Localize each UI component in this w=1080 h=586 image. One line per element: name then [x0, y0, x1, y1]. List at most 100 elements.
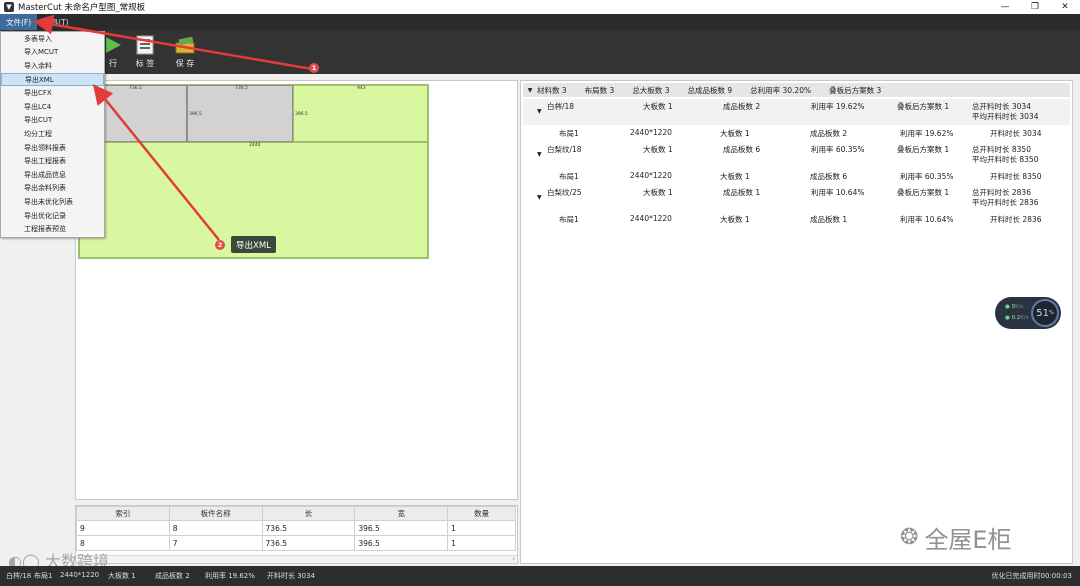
column-header[interactable]: 索引 — [76, 506, 170, 521]
scroll-right-icon[interactable]: › — [512, 555, 515, 563]
board-layout[interactable]: 736.5 736.5 943 396.5 396.5 2440 — [78, 84, 429, 259]
step-badge-1: 1 — [309, 63, 319, 73]
column-header[interactable]: 数量 — [447, 506, 516, 521]
board-count: 大板数 1 — [720, 172, 750, 181]
window-controls: — ❐ ✕ — [990, 0, 1080, 14]
label-button[interactable]: 标 签 — [128, 34, 162, 72]
table-cell: 396.5 — [354, 535, 449, 551]
status-parts: 成品板数 2 — [155, 572, 190, 580]
menu-item-export-xml[interactable]: 导出XML — [1, 72, 104, 87]
close-button[interactable]: ✕ — [1050, 0, 1080, 14]
part-count: 成品板数 2 — [810, 129, 848, 138]
network-speed-widget[interactable]: ● 0K/s ● 0.2K/s 51% — [995, 297, 1061, 329]
summary-plan-count: 叠板后方案数 3 — [829, 85, 882, 95]
parts-table-panel: 索引 板件名称 长 宽 数量 9 8 736.5 396.5 1 8 7 736… — [75, 505, 518, 564]
table-cell: 1 — [447, 520, 516, 536]
summary-panel: ▼ 材料数 3 布局数 3 总大板数 3 总成品板数 9 总利用率 30.20%… — [520, 80, 1073, 564]
status-boards: 大板数 1 — [108, 572, 136, 580]
plan-count: 叠板后方案数 1 — [897, 145, 950, 154]
status-elapsed: 优化已完成用时00:00:03 — [991, 572, 1072, 580]
avg-cut-time: 平均开料时长 2836 — [972, 198, 1039, 207]
collapse-icon[interactable]: ▼ — [523, 87, 537, 94]
board-count: 大板数 1 — [720, 215, 750, 224]
layout-name: 布局1 — [559, 172, 579, 181]
board-count: 大板数 1 — [643, 102, 673, 111]
dimension-label: 396.5 — [189, 112, 202, 117]
cut-time: 开料时长 8350 — [990, 172, 1042, 181]
usage-gauge: 51% — [1031, 299, 1059, 327]
menu-item-export-unoptimized[interactable]: 导出未优化列表 — [1, 195, 104, 209]
expand-icon[interactable]: ▼ — [537, 194, 542, 201]
column-header[interactable]: 宽 — [354, 506, 449, 521]
menu-item-import-remnant[interactable]: 导入余料 — [1, 59, 104, 73]
table-cell: 396.5 — [354, 520, 449, 536]
play-icon — [106, 37, 121, 53]
board-count: 大板数 1 — [720, 129, 750, 138]
menu-item-export-project-report[interactable]: 导出工程报表 — [1, 154, 104, 168]
table-row[interactable]: 9 8 736.5 396.5 1 — [76, 520, 516, 536]
title-bar: ▼ MasterCut 未命名户型图_常规板 — ❐ ✕ — [0, 0, 1080, 14]
layout-row[interactable]: 布局1 2440*1220 大板数 1 成品板数 1 利用率 10.64% 开料… — [523, 213, 1070, 227]
material-group-row[interactable]: ▼ 白梣/18 大板数 1 成品板数 2 利用率 19.62% 叠板后方案数 1… — [523, 99, 1070, 125]
part-count: 成品板数 6 — [810, 172, 848, 181]
table-cell: 736.5 — [261, 535, 356, 551]
dimension-label: 2440 — [249, 143, 261, 148]
summary-board-count: 总大板数 3 — [632, 85, 670, 95]
avg-cut-time: 平均开料时长 8350 — [972, 155, 1039, 164]
avg-cut-time: 平均开料时长 3034 — [972, 112, 1039, 121]
window-title: MasterCut 未命名户型图_常规板 — [18, 3, 146, 13]
menu-item-export-product-info[interactable]: 导出成品信息 — [1, 168, 104, 182]
menu-item-export-cut[interactable]: 导出CUT — [1, 114, 104, 128]
save-button[interactable]: 保 存 — [168, 34, 202, 72]
menu-item-export-lc4[interactable]: 导出LC4 — [1, 100, 104, 114]
cut-time: 开料时长 2836 — [990, 215, 1042, 224]
layout-row[interactable]: 布局1 2440*1220 大板数 1 成品板数 6 利用率 60.35% 开料… — [523, 170, 1070, 184]
maximize-button[interactable]: ❐ — [1020, 0, 1050, 14]
label-sheet-icon — [136, 35, 154, 55]
summary-header: ▼ 材料数 3 布局数 3 总大板数 3 总成品板数 9 总利用率 30.20%… — [523, 83, 1070, 97]
menu-item-report-preview[interactable]: 工程报表预览 — [1, 222, 104, 236]
menu-item-export-remnant-list[interactable]: 导出余料列表 — [1, 182, 104, 196]
part-count: 成品板数 2 — [723, 102, 761, 111]
material-group-row[interactable]: ▼ 白梨纹/18 大板数 1 成品板数 6 利用率 60.35% 叠板后方案数 … — [523, 142, 1070, 168]
utilization-rate: 利用率 60.35% — [811, 145, 865, 154]
column-header[interactable]: 长 — [261, 506, 356, 521]
menu-file[interactable]: 文件(F) — [0, 14, 38, 30]
utilization-rate: 利用率 19.62% — [811, 102, 865, 111]
cut-piece[interactable] — [293, 85, 428, 142]
layout-name: 布局1 — [559, 129, 579, 138]
label-label: 标 签 — [135, 59, 155, 68]
table-cell: 9 — [76, 520, 170, 536]
horizontal-scrollbar[interactable]: › — [76, 555, 517, 563]
menu-item-export-optimize-log[interactable]: 导出优化记录 — [1, 209, 104, 223]
wechat-icon: ❂ — [900, 525, 919, 550]
table-row[interactable]: 8 7 736.5 396.5 1 — [76, 535, 516, 551]
board-size: 2440*1220 — [630, 171, 672, 180]
menu-item-export-material-report[interactable]: 导出领料报表 — [1, 141, 104, 155]
cut-piece[interactable] — [187, 85, 293, 142]
menu-item-split-project[interactable]: 均分工程 — [1, 127, 104, 141]
expand-icon[interactable]: ▼ — [537, 151, 542, 158]
save-label: 保 存 — [175, 59, 195, 68]
menu-bar: 文件(F) 工具(T) — [0, 14, 1080, 30]
material-group-row[interactable]: ▼ 白梨纹/25 大板数 1 成品板数 1 利用率 10.64% 叠板后方案数 … — [523, 185, 1070, 211]
summary-part-count: 总成品板数 9 — [687, 85, 733, 95]
material-name: 白梨纹/25 — [547, 188, 582, 197]
layout-row[interactable]: 布局1 2440*1220 大板数 1 成品板数 2 利用率 19.62% 开料… — [523, 127, 1070, 141]
layout-preview-panel: 736.5 736.5 943 396.5 396.5 2440 — [75, 80, 518, 500]
plan-count: 叠板后方案数 1 — [897, 188, 950, 197]
status-bar: 白梣/18 布局1 2440*1220 大板数 1 成品板数 2 利用率 19.… — [0, 566, 1080, 586]
expand-icon[interactable]: ▼ — [537, 108, 542, 115]
menu-item-import-mcut[interactable]: 导入MCUT — [1, 46, 104, 60]
watermark-right: ❂ 全屋E柜 — [900, 525, 1012, 554]
menu-item-export-cfx[interactable]: 导出CFX — [1, 86, 104, 100]
minimize-button[interactable]: — — [990, 0, 1020, 14]
menu-item-multi-import[interactable]: 多表导入 — [1, 32, 104, 46]
menu-tools[interactable]: 工具(T) — [37, 14, 74, 30]
status-rate: 利用率 19.62% — [205, 572, 255, 580]
summary-rate: 总利用率 30.20% — [750, 85, 812, 95]
part-count: 成品板数 1 — [810, 215, 848, 224]
table-cell: 8 — [168, 520, 263, 536]
utilization-rate: 利用率 10.64% — [900, 215, 954, 224]
column-header[interactable]: 板件名称 — [168, 506, 263, 521]
